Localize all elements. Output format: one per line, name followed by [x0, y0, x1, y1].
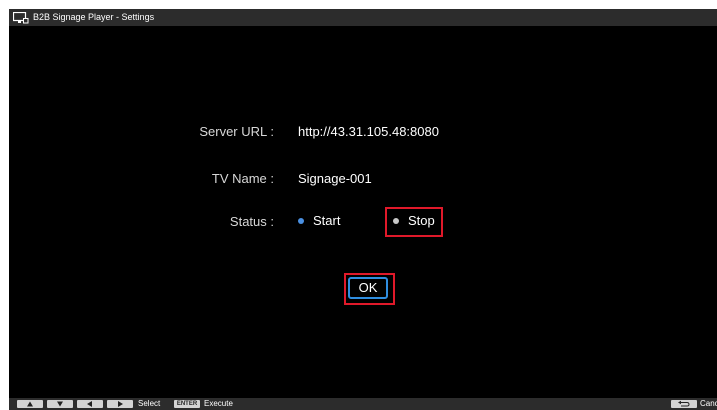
tv-name-label: TV Name :	[211, 171, 274, 186]
radio-unselected-icon	[393, 217, 399, 224]
status-stop-radio[interactable]: Stop	[393, 213, 435, 229]
title-bar: B2B Signage Player - Settings	[9, 9, 717, 26]
tv-name-value: Signage-001	[298, 171, 372, 186]
status-start-label: Start	[313, 213, 341, 228]
cancel-hint: Canc	[700, 399, 717, 408]
status-stop-label: Stop	[408, 213, 435, 228]
left-arrow-icon	[77, 400, 103, 408]
up-arrow-icon	[17, 400, 43, 408]
server-url-label: Server URL :	[199, 124, 274, 139]
settings-screen: Server URL : http://43.31.105.48:8080 TV…	[9, 26, 717, 398]
status-label: Status :	[229, 214, 274, 229]
status-start-radio[interactable]: Start	[298, 213, 340, 229]
server-url-value: http://43.31.105.48:8080	[298, 124, 439, 139]
app-window: B2B Signage Player - Settings Server URL…	[0, 0, 717, 410]
return-arrow-icon	[671, 400, 697, 408]
execute-hint: Execute	[204, 399, 233, 408]
monitor-icon	[13, 12, 29, 24]
ok-button[interactable]: OK	[348, 277, 388, 299]
right-arrow-icon	[107, 400, 133, 408]
radio-selected-icon	[298, 217, 304, 224]
window-title: B2B Signage Player - Settings	[33, 12, 155, 22]
select-hint: Select	[138, 399, 161, 408]
key-hint-bar: Select ENTER Execute Canc	[9, 398, 717, 410]
down-arrow-icon	[47, 400, 73, 408]
enter-key-icon: ENTER	[174, 400, 200, 408]
